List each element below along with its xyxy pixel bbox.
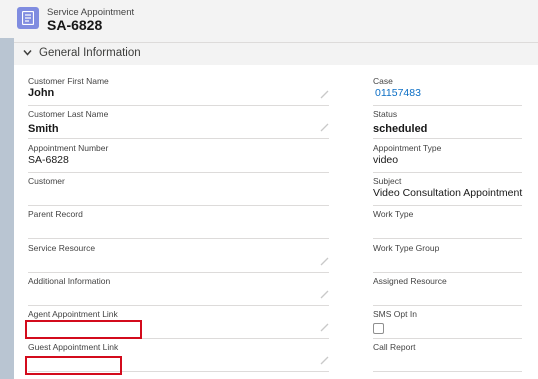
section-header-general-information[interactable]: General Information (14, 43, 538, 65)
field-service-resource: Service Resource (28, 243, 329, 273)
service-appointment-icon (17, 7, 39, 29)
field-value: Video Consultation Appointment (373, 187, 523, 199)
field-label: Work Type (373, 209, 414, 219)
field-label: Case (373, 76, 393, 86)
field-label: Agent Appointment Link (28, 309, 118, 319)
field-label: Status (373, 109, 398, 119)
field-appointment-type: Appointment Type video (373, 143, 522, 173)
record-header: Service Appointment SA-6828 (0, 0, 538, 38)
field-appointment-number: Appointment Number SA-6828 (28, 143, 329, 173)
field-customer: Customer (28, 176, 329, 206)
pencil-icon[interactable] (320, 257, 329, 266)
pencil-icon[interactable] (320, 90, 329, 99)
field-label: Parent Record (28, 209, 83, 219)
pencil-icon[interactable] (320, 323, 329, 332)
guest-link-highlight-box (25, 356, 122, 375)
field-work-type-group: Work Type Group (373, 243, 522, 273)
field-label: SMS Opt In (373, 309, 417, 319)
field-label: Assigned Resource (373, 276, 447, 286)
field-customer-first-name: Customer First Name John (28, 76, 329, 106)
case-link[interactable]: 01157483 (375, 87, 421, 99)
field-value: John (28, 87, 55, 99)
field-value: SA-6828 (28, 154, 69, 166)
field-call-report: Call Report (373, 342, 522, 372)
field-label: Additional Information (28, 276, 111, 286)
field-label: Appointment Type (373, 143, 442, 153)
field-value: Smith (28, 123, 59, 135)
field-label: Customer Last Name (28, 109, 109, 119)
pencil-icon[interactable] (320, 290, 329, 299)
field-work-type: Work Type (373, 209, 522, 239)
field-label: Work Type Group (373, 243, 440, 253)
field-label: Customer (28, 176, 65, 186)
field-label: Call Report (373, 342, 416, 352)
field-value: video (373, 154, 399, 166)
page-title: SA-6828 (47, 17, 103, 33)
section-title: General Information (39, 47, 141, 59)
field-label: Service Resource (28, 243, 96, 253)
field-assigned-resource: Assigned Resource (373, 276, 522, 306)
field-status: Status scheduled (373, 109, 522, 139)
pencil-icon[interactable] (320, 356, 329, 365)
field-label: Appointment Number (28, 143, 109, 153)
field-customer-last-name: Customer Last Name Smith (28, 109, 329, 139)
field-label: Subject (373, 176, 402, 186)
field-subject: Subject Video Consultation Appointment (373, 176, 522, 206)
agent-link-highlight-box (25, 320, 142, 339)
field-label: Guest Appointment Link (28, 342, 119, 352)
sms-opt-in-checkbox[interactable] (373, 323, 384, 334)
left-panel-strip (0, 38, 14, 379)
chevron-down-icon (23, 50, 32, 56)
pencil-icon[interactable] (320, 123, 329, 132)
field-additional-information: Additional Information (28, 276, 329, 306)
field-case: Case 01157483 (373, 76, 522, 106)
field-parent-record: Parent Record (28, 209, 329, 239)
field-value: scheduled (373, 123, 428, 135)
field-label: Customer First Name (28, 76, 109, 86)
field-sms-opt-in: SMS Opt In (373, 309, 522, 339)
